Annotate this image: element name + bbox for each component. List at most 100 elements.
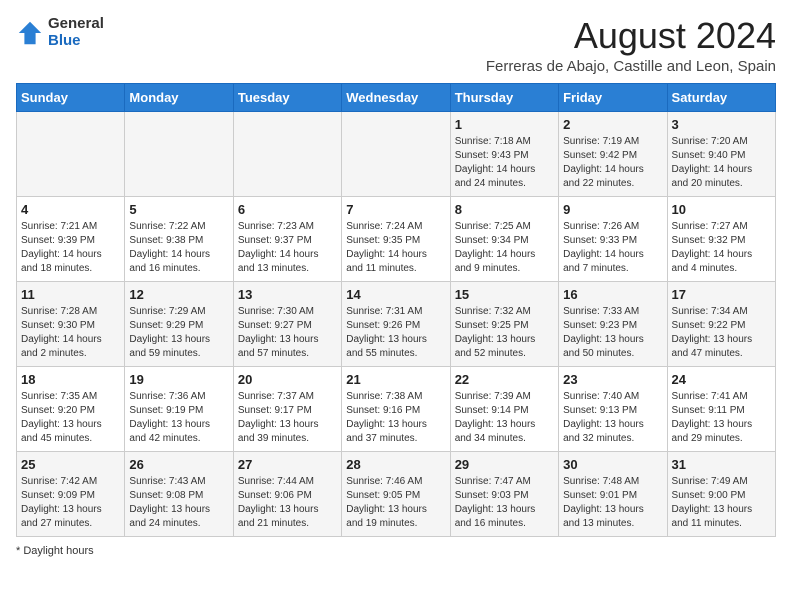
day-number: 29 xyxy=(455,457,554,472)
calendar-cell: 25 Sunrise: 7:42 AM Sunset: 9:09 PM Dayli… xyxy=(17,451,125,536)
day-info: Sunrise: 7:30 AM Sunset: 9:27 PM Dayligh… xyxy=(238,305,337,361)
day-info: Sunrise: 7:19 AM Sunset: 9:42 PM Dayligh… xyxy=(563,135,662,191)
calendar-cell: 30Sunrise: 7:48 AM Sunset: 9:01 PM Dayli… xyxy=(559,451,667,536)
day-info: Sunrise: 7:28 AM Sunset: 9:30 PM Dayligh… xyxy=(21,305,120,361)
title-block: August 2024 Ferreras de Abajo, Castille … xyxy=(486,16,776,75)
calendar-cell: 13 Sunrise: 7:30 AM Sunset: 9:27 PM Dayli… xyxy=(233,281,341,366)
calendar-cell: 17 Sunrise: 7:34 AM Sunset: 9:22 PM Dayli… xyxy=(667,281,775,366)
day-info: Sunrise: 7:25 AM Sunset: 9:34 PM Dayligh… xyxy=(455,220,554,276)
day-info: Sunrise: 7:23 AM Sunset: 9:37 PM Dayligh… xyxy=(238,220,337,276)
day-header-thursday: Thursday xyxy=(450,83,558,111)
day-number: 16 xyxy=(563,287,662,302)
day-number: 15 xyxy=(455,287,554,302)
calendar-cell: 24 Sunrise: 7:41 AM Sunset: 9:11 PM Dayli… xyxy=(667,366,775,451)
day-info: Sunrise: 7:39 AM Sunset: 9:14 PM Dayligh… xyxy=(455,390,554,446)
day-info: Sunrise: 7:44 AM Sunset: 9:06 PM Dayligh… xyxy=(238,475,337,531)
calendar-cell: 31Sunrise: 7:49 AM Sunset: 9:00 PM Dayli… xyxy=(667,451,775,536)
day-number: 20 xyxy=(238,372,337,387)
day-info: Sunrise: 7:38 AM Sunset: 9:16 PM Dayligh… xyxy=(346,390,445,446)
subtitle: Ferreras de Abajo, Castille and Leon, Sp… xyxy=(486,58,776,75)
day-number: 6 xyxy=(238,202,337,217)
day-number: 27 xyxy=(238,457,337,472)
calendar-header-row: SundayMondayTuesdayWednesdayThursdayFrid… xyxy=(17,83,776,111)
day-header-tuesday: Tuesday xyxy=(233,83,341,111)
day-info: Sunrise: 7:33 AM Sunset: 9:23 PM Dayligh… xyxy=(563,305,662,361)
day-number: 25 xyxy=(21,457,120,472)
calendar-cell: 29 Sunrise: 7:47 AM Sunset: 9:03 PM Dayli… xyxy=(450,451,558,536)
day-number: 7 xyxy=(346,202,445,217)
calendar-cell: 12Sunrise: 7:29 AM Sunset: 9:29 PM Dayli… xyxy=(125,281,233,366)
day-info: Sunrise: 7:26 AM Sunset: 9:33 PM Dayligh… xyxy=(563,220,662,276)
day-number: 14 xyxy=(346,287,445,302)
day-number: 2 xyxy=(563,117,662,132)
calendar-cell: 26 Sunrise: 7:43 AM Sunset: 9:08 PM Dayli… xyxy=(125,451,233,536)
day-info: Sunrise: 7:32 AM Sunset: 9:25 PM Dayligh… xyxy=(455,305,554,361)
day-number: 13 xyxy=(238,287,337,302)
day-number: 19 xyxy=(129,372,228,387)
logo-text: General Blue xyxy=(48,16,104,49)
day-number: 10 xyxy=(672,202,771,217)
day-number: 22 xyxy=(455,372,554,387)
day-info: Sunrise: 7:21 AM Sunset: 9:39 PM Dayligh… xyxy=(21,220,120,276)
calendar-cell xyxy=(17,111,125,196)
calendar-cell: 4 Sunrise: 7:21 AM Sunset: 9:39 PM Daylig… xyxy=(17,196,125,281)
logo-blue-text: Blue xyxy=(48,33,104,50)
day-number: 1 xyxy=(455,117,554,132)
calendar-cell: 8 Sunrise: 7:25 AM Sunset: 9:34 PM Daylig… xyxy=(450,196,558,281)
calendar-cell: 2 Sunrise: 7:19 AM Sunset: 9:42 PM Daylig… xyxy=(559,111,667,196)
calendar-cell: 20Sunrise: 7:37 AM Sunset: 9:17 PM Dayli… xyxy=(233,366,341,451)
calendar-table: SundayMondayTuesdayWednesdayThursdayFrid… xyxy=(16,83,776,537)
day-number: 26 xyxy=(129,457,228,472)
calendar-cell: 9Sunrise: 7:26 AM Sunset: 9:33 PM Daylig… xyxy=(559,196,667,281)
calendar-cell: 1 Sunrise: 7:18 AM Sunset: 9:43 PM Daylig… xyxy=(450,111,558,196)
day-header-friday: Friday xyxy=(559,83,667,111)
day-info: Sunrise: 7:34 AM Sunset: 9:22 PM Dayligh… xyxy=(672,305,771,361)
calendar-cell xyxy=(125,111,233,196)
day-info: Sunrise: 7:24 AM Sunset: 9:35 PM Dayligh… xyxy=(346,220,445,276)
day-info: Sunrise: 7:35 AM Sunset: 9:20 PM Dayligh… xyxy=(21,390,120,446)
day-number: 30 xyxy=(563,457,662,472)
calendar-week-row: 18Sunrise: 7:35 AM Sunset: 9:20 PM Dayli… xyxy=(17,366,776,451)
day-number: 11 xyxy=(21,287,120,302)
day-number: 23 xyxy=(563,372,662,387)
day-number: 4 xyxy=(21,202,120,217)
calendar-cell: 23 Sunrise: 7:40 AM Sunset: 9:13 PM Dayli… xyxy=(559,366,667,451)
calendar-cell: 7 Sunrise: 7:24 AM Sunset: 9:35 PM Daylig… xyxy=(342,196,450,281)
logo: General Blue xyxy=(16,16,104,49)
header: General Blue August 2024 Ferreras de Aba… xyxy=(16,16,776,75)
day-number: 8 xyxy=(455,202,554,217)
day-header-sunday: Sunday xyxy=(17,83,125,111)
day-info: Sunrise: 7:42 AM Sunset: 9:09 PM Dayligh… xyxy=(21,475,120,531)
calendar-cell: 28Sunrise: 7:46 AM Sunset: 9:05 PM Dayli… xyxy=(342,451,450,536)
day-header-monday: Monday xyxy=(125,83,233,111)
calendar-cell: 19 Sunrise: 7:36 AM Sunset: 9:19 PM Dayli… xyxy=(125,366,233,451)
day-number: 21 xyxy=(346,372,445,387)
calendar-cell: 22 Sunrise: 7:39 AM Sunset: 9:14 PM Dayli… xyxy=(450,366,558,451)
calendar-cell: 10 Sunrise: 7:27 AM Sunset: 9:32 PM Dayli… xyxy=(667,196,775,281)
day-header-saturday: Saturday xyxy=(667,83,775,111)
calendar-cell: 6 Sunrise: 7:23 AM Sunset: 9:37 PM Daylig… xyxy=(233,196,341,281)
main-title: August 2024 xyxy=(486,16,776,56)
day-info: Sunrise: 7:47 AM Sunset: 9:03 PM Dayligh… xyxy=(455,475,554,531)
logo-general-text: General xyxy=(48,16,104,33)
calendar-week-row: 4 Sunrise: 7:21 AM Sunset: 9:39 PM Daylig… xyxy=(17,196,776,281)
calendar-cell: 18Sunrise: 7:35 AM Sunset: 9:20 PM Dayli… xyxy=(17,366,125,451)
day-info: Sunrise: 7:40 AM Sunset: 9:13 PM Dayligh… xyxy=(563,390,662,446)
calendar-cell: 27 Sunrise: 7:44 AM Sunset: 9:06 PM Dayli… xyxy=(233,451,341,536)
day-info: Sunrise: 7:36 AM Sunset: 9:19 PM Dayligh… xyxy=(129,390,228,446)
calendar-cell xyxy=(233,111,341,196)
calendar-cell: 11 Sunrise: 7:28 AM Sunset: 9:30 PM Dayli… xyxy=(17,281,125,366)
day-info: Sunrise: 7:41 AM Sunset: 9:11 PM Dayligh… xyxy=(672,390,771,446)
calendar-week-row: 1 Sunrise: 7:18 AM Sunset: 9:43 PM Daylig… xyxy=(17,111,776,196)
day-info: Sunrise: 7:18 AM Sunset: 9:43 PM Dayligh… xyxy=(455,135,554,191)
day-info: Sunrise: 7:43 AM Sunset: 9:08 PM Dayligh… xyxy=(129,475,228,531)
day-number: 28 xyxy=(346,457,445,472)
calendar-week-row: 25 Sunrise: 7:42 AM Sunset: 9:09 PM Dayli… xyxy=(17,451,776,536)
day-number: 31 xyxy=(672,457,771,472)
day-info: Sunrise: 7:27 AM Sunset: 9:32 PM Dayligh… xyxy=(672,220,771,276)
day-number: 24 xyxy=(672,372,771,387)
logo-icon xyxy=(16,19,44,47)
day-info: Sunrise: 7:29 AM Sunset: 9:29 PM Dayligh… xyxy=(129,305,228,361)
footer-note: * Daylight hours xyxy=(16,545,776,557)
day-number: 17 xyxy=(672,287,771,302)
